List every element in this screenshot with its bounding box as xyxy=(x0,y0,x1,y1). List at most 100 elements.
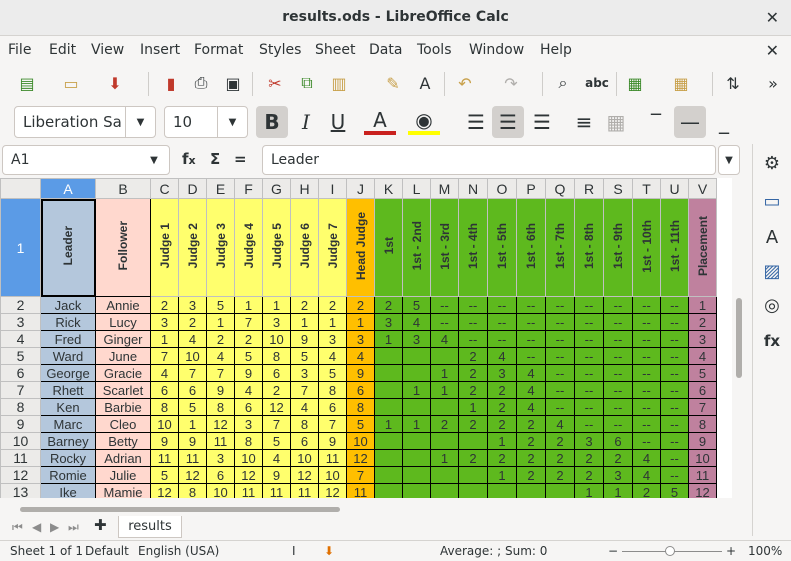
cell[interactable]: -- xyxy=(660,364,689,382)
cell[interactable] xyxy=(374,398,403,416)
cell[interactable]: 2 xyxy=(234,330,263,348)
cell[interactable]: 5 xyxy=(402,296,431,314)
cell[interactable]: 1 xyxy=(150,330,179,348)
cell[interactable]: 1 xyxy=(318,313,347,331)
properties-icon[interactable]: ▭ xyxy=(759,188,785,214)
copy-icon[interactable]: ⧉ xyxy=(294,70,320,96)
cell[interactable]: 2 xyxy=(516,415,546,433)
cell[interactable]: -- xyxy=(632,313,661,331)
cell[interactable]: -- xyxy=(516,313,546,331)
settings-icon[interactable]: ⚙ xyxy=(759,150,785,176)
cell[interactable]: -- xyxy=(574,313,604,331)
cell[interactable]: 2 xyxy=(574,449,604,467)
column-header[interactable]: E xyxy=(206,178,235,199)
cell[interactable]: -- xyxy=(487,296,517,314)
row-header[interactable]: 4 xyxy=(0,330,41,348)
cell[interactable] xyxy=(374,347,403,365)
column-header[interactable]: A xyxy=(40,178,96,199)
row-header[interactable]: 7 xyxy=(0,381,41,399)
menu-sheet[interactable]: Sheet xyxy=(315,42,355,58)
cell[interactable]: 2 xyxy=(458,415,488,433)
cell[interactable]: 9 xyxy=(234,364,263,382)
cell[interactable] xyxy=(430,432,459,450)
cell[interactable]: 3 xyxy=(487,364,517,382)
cell[interactable]: 2 xyxy=(545,466,575,484)
cell[interactable]: 2 xyxy=(574,466,604,484)
cell[interactable]: Annie xyxy=(95,296,151,314)
cell[interactable]: 7 xyxy=(206,364,235,382)
clear-formatting-icon[interactable]: A xyxy=(412,70,438,96)
cell[interactable]: -- xyxy=(603,398,633,416)
last-sheet-icon[interactable]: ⏭ xyxy=(68,520,79,535)
cell[interactable]: 12 xyxy=(346,449,375,467)
column-header[interactable]: U xyxy=(660,178,689,199)
align-center-icon[interactable]: ☰ xyxy=(492,106,524,138)
toolbar-overflow-icon[interactable]: » xyxy=(760,70,786,96)
cell[interactable]: Ike xyxy=(40,483,96,498)
header-cell[interactable]: 1st - 6th xyxy=(516,198,546,297)
cell[interactable]: 2 xyxy=(430,415,459,433)
cell[interactable]: 1 xyxy=(487,432,517,450)
column-header[interactable]: V xyxy=(688,178,717,199)
cell[interactable]: -- xyxy=(545,313,575,331)
cell[interactable]: 1 xyxy=(688,296,717,314)
column-header[interactable]: T xyxy=(632,178,661,199)
cell[interactable]: 1 xyxy=(374,330,403,348)
cell[interactable]: 2 xyxy=(178,313,207,331)
cell[interactable]: 2 xyxy=(487,415,517,433)
cell[interactable]: 2 xyxy=(545,449,575,467)
cell[interactable]: 10 xyxy=(346,432,375,450)
cell[interactable]: 10 xyxy=(234,449,263,467)
header-cell[interactable]: Judge 7 xyxy=(318,198,347,297)
cell[interactable]: 11 xyxy=(346,483,375,498)
header-cell[interactable]: Follower xyxy=(95,198,151,297)
cell[interactable]: 8 xyxy=(234,432,263,450)
cell[interactable] xyxy=(374,432,403,450)
spreadsheet-grid[interactable]: ABCDEFGHIJKLMNOPQRSTUV 1 Leader Follower Ju… xyxy=(0,178,732,498)
row-header[interactable]: 8 xyxy=(0,398,41,416)
cell[interactable]: 2 xyxy=(545,432,575,450)
row-header[interactable]: 1 xyxy=(0,198,41,297)
cell[interactable]: 1 xyxy=(290,313,319,331)
cell[interactable]: 2 xyxy=(516,432,546,450)
column-header[interactable]: R xyxy=(574,178,604,199)
cell[interactable]: 2 xyxy=(318,296,347,314)
cell[interactable] xyxy=(374,466,403,484)
cell[interactable]: 1 xyxy=(206,313,235,331)
menu-window[interactable]: Window xyxy=(469,42,524,58)
menu-file[interactable]: File xyxy=(8,42,31,58)
cell[interactable]: 2 xyxy=(688,313,717,331)
cell[interactable]: 9 xyxy=(262,466,291,484)
header-cell[interactable]: Placement xyxy=(688,198,717,297)
row-header[interactable]: 3 xyxy=(0,313,41,331)
cell[interactable]: 8 xyxy=(206,398,235,416)
cell[interactable]: 7 xyxy=(234,313,263,331)
cell[interactable]: 5 xyxy=(206,296,235,314)
header-cell[interactable]: 1st - 5th xyxy=(487,198,517,297)
header-cell[interactable]: 1st - 4th xyxy=(458,198,488,297)
cell[interactable]: 7 xyxy=(688,398,717,416)
cell[interactable]: 4 xyxy=(402,313,431,331)
cell[interactable]: 6 xyxy=(603,432,633,450)
cell[interactable]: 4 xyxy=(150,364,179,382)
redo-icon[interactable]: ↷ xyxy=(498,70,524,96)
cell[interactable]: 1 xyxy=(178,415,207,433)
cell[interactable]: 8 xyxy=(262,347,291,365)
font-name-combo[interactable]: Liberation Sa ▼ xyxy=(14,106,156,138)
cell[interactable]: 5 xyxy=(290,347,319,365)
column-header[interactable]: D xyxy=(178,178,207,199)
cell[interactable]: 1 xyxy=(458,398,488,416)
cell[interactable]: 2 xyxy=(516,449,546,467)
cell[interactable]: -- xyxy=(603,313,633,331)
row-header[interactable]: 9 xyxy=(0,415,41,433)
column-header[interactable]: I xyxy=(318,178,347,199)
column-header[interactable]: O xyxy=(487,178,517,199)
cell[interactable]: -- xyxy=(458,296,488,314)
horizontal-scrollbar[interactable] xyxy=(0,504,730,514)
cell[interactable]: 10 xyxy=(206,483,235,498)
cell[interactable]: 8 xyxy=(150,398,179,416)
row-header[interactable]: 5 xyxy=(0,347,41,365)
menu-view[interactable]: View xyxy=(91,42,124,58)
cell[interactable]: 2 xyxy=(458,364,488,382)
cell[interactable]: 3 xyxy=(262,313,291,331)
